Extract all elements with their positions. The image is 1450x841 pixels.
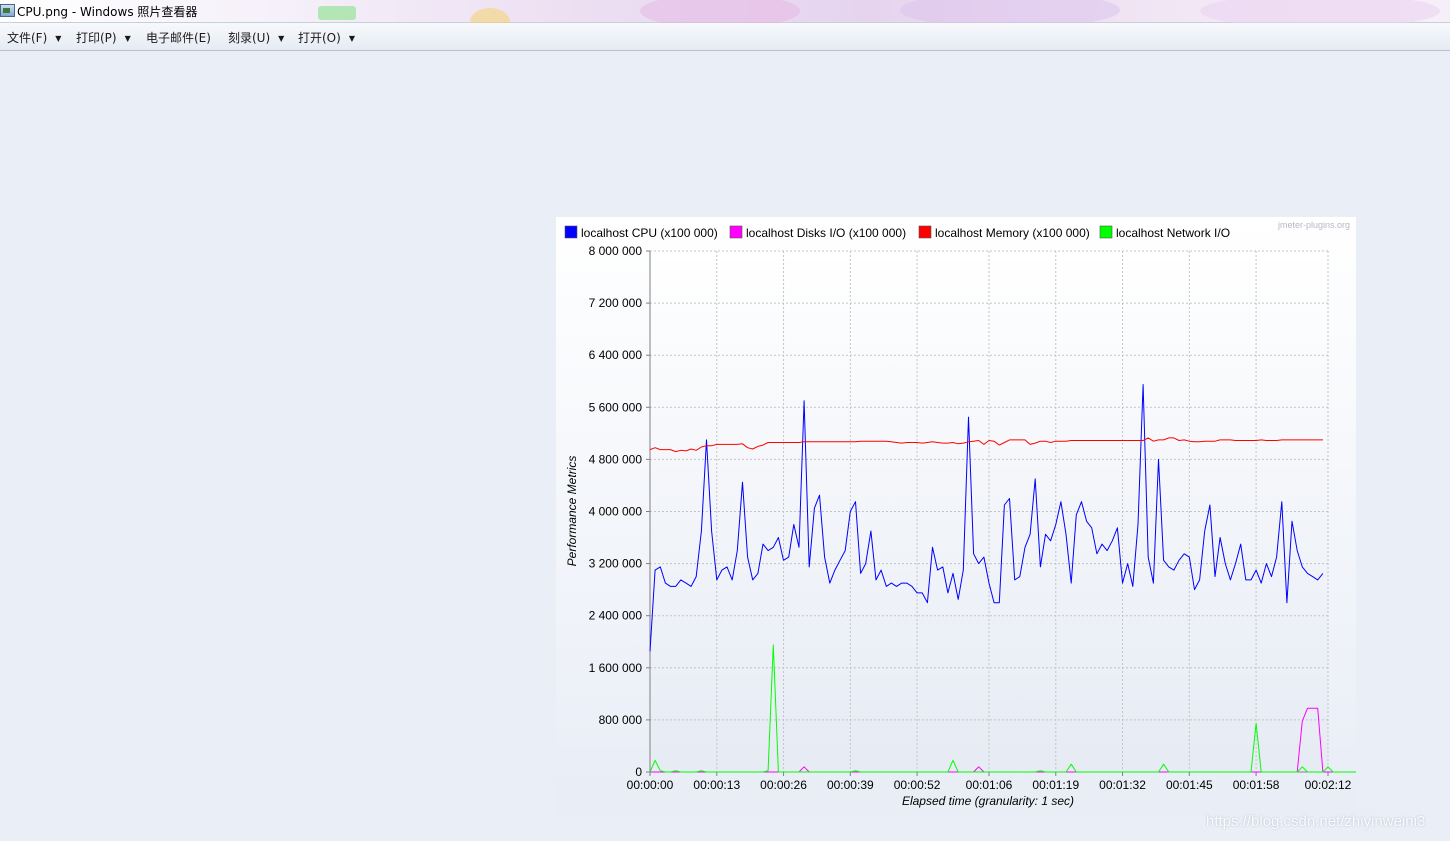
legend-swatch bbox=[918, 225, 932, 239]
x-tick-label: 00:02:12 bbox=[1305, 778, 1352, 792]
x-tick-label: 00:00:52 bbox=[894, 778, 941, 792]
photo-viewer-icon bbox=[0, 4, 15, 17]
x-tick-label: 00:00:00 bbox=[627, 778, 674, 792]
legend-swatch bbox=[564, 225, 578, 239]
y-tick-label: 2 400 000 bbox=[589, 609, 643, 623]
menu-file[interactable]: 文件(F) ▼ bbox=[7, 29, 61, 45]
window-title: CPU.png - Windows 照片查看器 bbox=[17, 5, 198, 19]
y-tick-label: 6 400 000 bbox=[589, 348, 643, 362]
x-tick-label: 00:01:32 bbox=[1099, 778, 1146, 792]
x-tick-label: 00:01:06 bbox=[966, 778, 1013, 792]
chevron-down-icon: ▼ bbox=[55, 34, 62, 43]
y-tick-label: 8 000 000 bbox=[589, 244, 643, 258]
chevron-down-icon: ▼ bbox=[348, 34, 355, 43]
chevron-down-icon: ▼ bbox=[278, 34, 285, 43]
legend-label: localhost Memory (x100 000) bbox=[935, 226, 1090, 240]
x-tick-label: 00:01:58 bbox=[1233, 778, 1280, 792]
x-tick-label: 00:00:39 bbox=[827, 778, 874, 792]
menu-email-label: 电子邮件(E) bbox=[146, 31, 211, 45]
legend-label: localhost Disks I/O (x100 000) bbox=[746, 226, 906, 240]
y-tick-label: 0 bbox=[635, 765, 642, 779]
y-tick-label: 5 600 000 bbox=[589, 400, 643, 414]
menu-burn[interactable]: 刻录(U) ▼ bbox=[228, 29, 284, 45]
x-tick-label: 00:00:26 bbox=[760, 778, 807, 792]
performance-chart: 0 800 000 1 600 000 2 400 000 3 200 000 4 000… bbox=[564, 220, 1356, 808]
y-axis-label: Performance Metrics bbox=[565, 456, 579, 567]
y-tick-label: 1 600 000 bbox=[589, 661, 643, 675]
menu-burn-label: 刻录(U) bbox=[228, 31, 271, 45]
menu-open[interactable]: 打开(O) ▼ bbox=[298, 29, 355, 45]
legend-label: localhost Network I/O bbox=[1116, 226, 1230, 240]
y-tick-label: 4 800 000 bbox=[589, 452, 643, 466]
titlebar-decoration bbox=[318, 6, 356, 20]
x-tick-label: 00:01:19 bbox=[1032, 778, 1079, 792]
legend-swatch bbox=[729, 225, 743, 239]
menu-email[interactable]: 电子邮件(E) bbox=[146, 29, 211, 45]
y-tick-label: 800 000 bbox=[599, 713, 643, 727]
legend-label: localhost CPU (x100 000) bbox=[581, 226, 718, 240]
menu-open-label: 打开(O) bbox=[298, 31, 341, 45]
chart-credit: jmeter-plugins.org bbox=[1277, 220, 1350, 230]
y-tick-label: 4 000 000 bbox=[589, 505, 643, 519]
chevron-down-icon: ▼ bbox=[124, 34, 131, 43]
menu-print[interactable]: 打印(P) ▼ bbox=[76, 29, 131, 45]
watermark-text: https://blog.csdn.net/zhiyinweini3 bbox=[1206, 813, 1426, 830]
legend-swatch bbox=[1099, 225, 1113, 239]
menu-print-label: 打印(P) bbox=[76, 31, 117, 45]
x-tick-label: 00:00:13 bbox=[693, 778, 740, 792]
x-axis-label: Elapsed time (granularity: 1 sec) bbox=[902, 794, 1074, 808]
y-tick-label: 7 200 000 bbox=[589, 296, 643, 310]
menu-bar: 文件(F) ▼ 打印(P) ▼ 电子邮件(E) 刻录(U) ▼ 打开(O) ▼ bbox=[0, 23, 1450, 51]
window-titlebar: CPU.png - Windows 照片查看器 bbox=[0, 0, 1450, 36]
displayed-image-chart: 0 800 000 1 600 000 2 400 000 3 200 000 4 000… bbox=[556, 217, 1356, 817]
y-tick-label: 3 200 000 bbox=[589, 557, 643, 571]
x-tick-label: 00:01:45 bbox=[1166, 778, 1213, 792]
menu-file-label: 文件(F) bbox=[7, 31, 48, 45]
